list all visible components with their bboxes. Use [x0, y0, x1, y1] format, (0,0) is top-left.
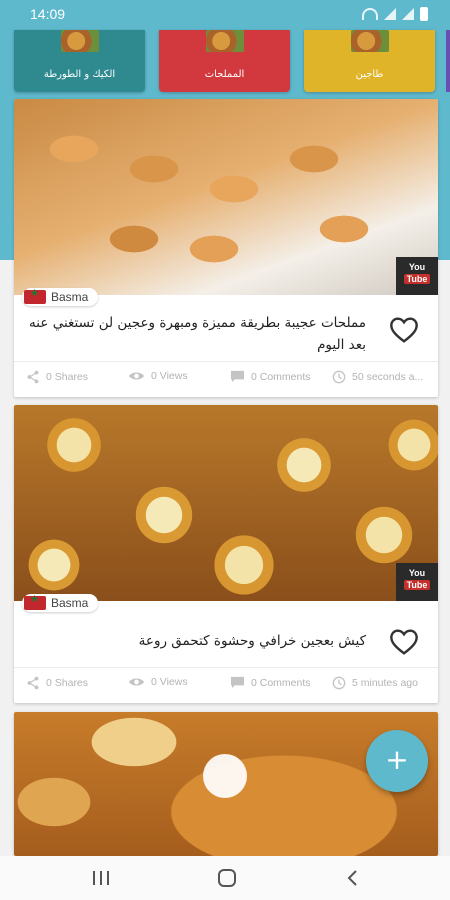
shares-stat[interactable]: 0 Shares — [26, 370, 88, 384]
post-stats: 0 Shares 0 Views 0 Comments 5 minutes ag… — [14, 676, 438, 696]
views-count: 0 Views — [151, 676, 188, 688]
views-count: 0 Views — [151, 370, 188, 382]
time-stat: 5 minutes ago — [332, 676, 418, 690]
status-time: 14:09 — [30, 6, 66, 22]
signal-icon-2 — [402, 8, 414, 20]
eye-icon — [128, 372, 145, 380]
category-label: طاجين — [355, 69, 384, 80]
share-icon — [27, 370, 39, 384]
signal-icon — [384, 8, 396, 20]
comment-icon — [230, 676, 245, 689]
clock-icon — [332, 676, 346, 690]
category-label: الكيك و الطورطة — [43, 69, 116, 80]
post-image[interactable]: You Tube — [14, 99, 438, 295]
time-stat: 50 seconds a... — [332, 370, 423, 384]
views-stat: 0 Views — [128, 676, 188, 688]
post-title[interactable]: مملحات عجيبة بطريقة مميزة ومبهرة وعجين ل… — [20, 312, 366, 356]
views-stat: 0 Views — [128, 370, 188, 382]
comments-count: 0 Comments — [251, 371, 311, 383]
category-cakes[interactable]: الكيك و الطورطة — [14, 30, 145, 92]
category-thumbnail — [350, 30, 389, 52]
comments-stat[interactable]: 0 Comments — [230, 676, 311, 690]
add-post-button[interactable]: + — [366, 730, 428, 792]
share-icon — [27, 676, 39, 690]
category-next-edge[interactable] — [446, 30, 450, 92]
comments-count: 0 Comments — [251, 677, 311, 689]
post-stats: 0 Shares 0 Views 0 Comments 50 seconds a… — [14, 370, 438, 390]
card-divider — [14, 361, 438, 362]
shares-count: 0 Shares — [46, 371, 89, 383]
post-image[interactable]: You Tube — [14, 405, 438, 601]
shares-stat[interactable]: 0 Shares — [26, 676, 88, 690]
shares-count: 0 Shares — [46, 677, 89, 689]
status-bar: 14:09 — [0, 0, 450, 30]
author-chip[interactable]: Basma — [22, 594, 99, 612]
eye-icon — [128, 678, 145, 686]
heart-icon[interactable] — [388, 626, 420, 658]
category-thumbnail — [60, 30, 99, 52]
battery-icon — [420, 7, 428, 21]
wifi-icon — [362, 8, 378, 20]
author-name: Basma — [51, 596, 89, 610]
post-title[interactable]: كيش بعجين خرافي وحشوة كتحمق روعة — [20, 630, 366, 652]
author-chip[interactable]: Basma — [22, 288, 99, 306]
author-name: Basma — [51, 290, 89, 304]
recent-apps-icon[interactable] — [90, 868, 112, 888]
comments-stat[interactable]: 0 Comments — [230, 370, 311, 384]
category-thumbnail — [205, 30, 244, 52]
status-icons — [362, 7, 428, 21]
post-card[interactable]: You Tube Basma كيش بعجين خرافي وحشوة كتح… — [14, 405, 438, 703]
scroll-indicator — [203, 754, 247, 798]
morocco-flag-icon — [24, 594, 46, 610]
comment-icon — [230, 370, 245, 383]
time-ago: 50 seconds a... — [352, 371, 424, 383]
time-ago: 5 minutes ago — [352, 677, 418, 689]
system-nav-bar — [0, 856, 450, 900]
youtube-icon: You Tube — [396, 257, 438, 295]
heart-icon[interactable] — [388, 314, 420, 346]
morocco-flag-icon — [24, 288, 46, 304]
category-strip[interactable]: الكيك و الطورطة المملحات طاجين — [14, 30, 435, 92]
category-label: المملحات — [204, 69, 245, 80]
category-tajine[interactable]: طاجين — [304, 30, 435, 92]
category-savory[interactable]: المملحات — [159, 30, 290, 92]
home-icon[interactable] — [216, 868, 238, 888]
youtube-icon: You Tube — [396, 563, 438, 601]
clock-icon — [332, 370, 346, 384]
post-card[interactable]: You Tube Basma مملحات عجيبة بطريقة مميزة… — [14, 99, 438, 397]
back-icon[interactable] — [342, 868, 364, 888]
card-divider — [14, 667, 438, 668]
